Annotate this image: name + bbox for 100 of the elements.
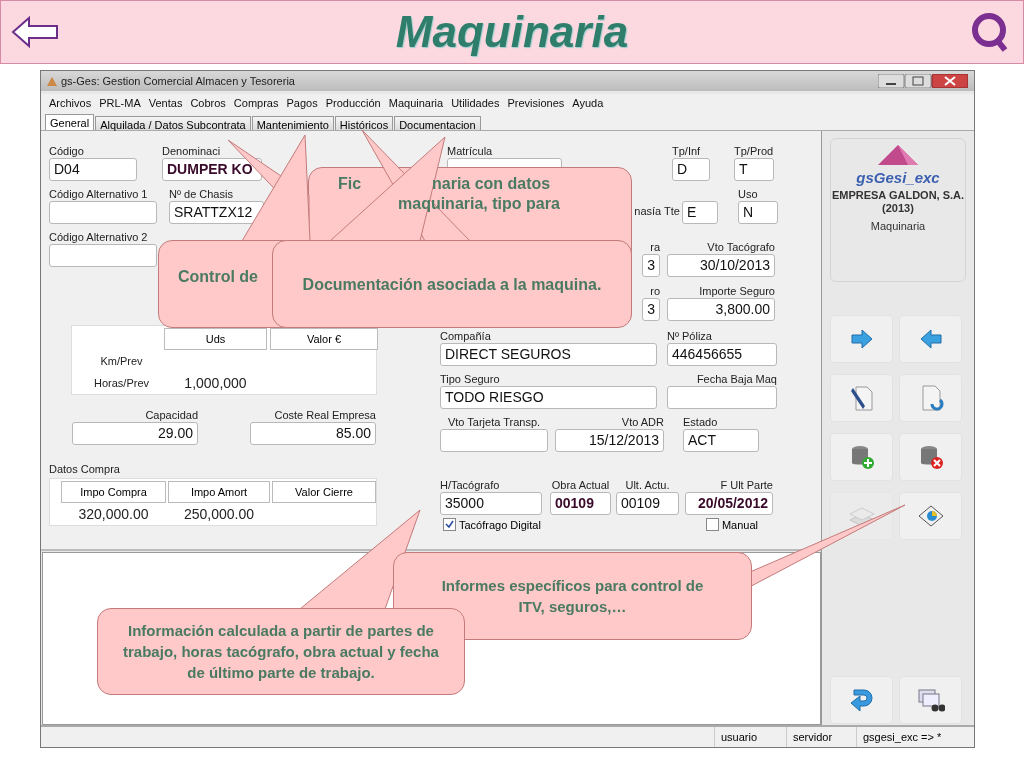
menu-item[interactable]: Archivos (45, 97, 96, 109)
input-field[interactable]: DUMPER KO (162, 158, 262, 181)
tab[interactable]: Históricos (334, 116, 394, 130)
menu-item[interactable]: PRL-MA (95, 97, 145, 109)
input-field[interactable] (49, 244, 157, 267)
input-field[interactable]: 446456655 (667, 343, 777, 366)
slide-title: Maquinaria (395, 7, 629, 57)
callout-text: maquinaria, tipo para (398, 195, 560, 213)
field-label: Importe Seguro (698, 285, 775, 297)
input-field[interactable]: D (672, 158, 710, 181)
field-label: ra (649, 241, 660, 253)
field-label: Estado (683, 416, 719, 428)
row-label: Horas/Prev (93, 376, 150, 391)
callout-text: Fic (338, 175, 362, 193)
field-label: H/Tacógrafo (440, 479, 501, 491)
checkbox[interactable]: Tacófrago Digital (443, 518, 541, 531)
table-cell-text: 1,000,000 (183, 374, 248, 393)
toolbar-button[interactable] (899, 676, 962, 724)
callout-text: Información calculada a partir de partes de trabajo, horas tacógrafo, obra actual y fecha de último parte de trabajo. (122, 621, 440, 683)
field-label: Nº de Chasis (169, 188, 234, 200)
input-field[interactable]: D04 (49, 158, 137, 181)
callout-text: naria con datos (432, 175, 551, 193)
input-field[interactable]: 29.00 (72, 422, 198, 445)
column-header: Valor € (270, 328, 378, 350)
table-cell-text: 320,000.00 (77, 505, 150, 524)
menu-item[interactable]: Previsiones (503, 97, 569, 109)
module-name: Maquinaria (870, 220, 926, 232)
input-field[interactable]: DIRECT SEGUROS (440, 343, 657, 366)
field-label: Denominaci (162, 145, 222, 157)
status-text: servidor (786, 727, 856, 747)
column-header: Impo Amort (168, 481, 270, 503)
row-label: Km/Prev (99, 354, 144, 369)
field-label: Código (49, 145, 85, 157)
field-label: Uso (738, 188, 759, 200)
field-label: Vto Tacógrafo (706, 241, 775, 253)
input-field[interactable]: SRATTZX12 (169, 201, 264, 224)
menu-item[interactable]: Cobros (186, 97, 230, 109)
input-field[interactable]: 00109 (550, 492, 611, 515)
column-header: Uds (164, 328, 267, 350)
field-label: Tipo Seguro (440, 373, 501, 385)
checkbox-label: Tacófrago Digital (459, 518, 541, 531)
input-field[interactable]: 3 (642, 298, 660, 321)
column-header: Valor Cierre (272, 481, 376, 503)
checkmark-icon (445, 520, 454, 529)
field-label: F Ult Parte (719, 479, 773, 491)
back-arrow-icon[interactable] (11, 15, 59, 49)
window-title: gs-Ges: Gestion Comercial Almacen y Tesoreria (61, 75, 295, 87)
menu-item[interactable]: Ventas (144, 97, 187, 109)
status-text: usuario (714, 727, 786, 747)
input-field[interactable] (440, 429, 548, 452)
checkbox-label: Manual (721, 518, 758, 531)
tab[interactable]: Documentacion (394, 116, 481, 130)
field-label: Matrícula (447, 145, 494, 157)
field-label: Compañía (440, 330, 492, 342)
input-field[interactable]: TODO RIESGO (440, 386, 657, 409)
tab[interactable]: Mantenimiento (251, 116, 334, 130)
menu-item[interactable]: Producción (321, 97, 385, 109)
app-name: gsGesi_exc (856, 169, 940, 186)
menu-item[interactable]: Compras (229, 97, 283, 109)
pyramid-icon (878, 145, 918, 167)
input-field[interactable] (49, 201, 157, 224)
callout-text: Documentación asociada a la maquina. (302, 274, 602, 295)
input-field[interactable]: 15/12/2013 (555, 429, 664, 452)
input-field[interactable]: E (682, 201, 718, 224)
company-year: (2013) (882, 202, 914, 214)
input-field[interactable]: T (734, 158, 774, 181)
checkbox-box[interactable] (705, 518, 719, 531)
section-label: Datos Compra (49, 463, 121, 475)
input-field[interactable]: N (738, 201, 778, 224)
input-field[interactable]: ACT (683, 429, 759, 452)
tab[interactable]: Alquilada / Datos Subcontrata (95, 116, 251, 130)
input-field[interactable]: 00109 (616, 492, 679, 515)
input-field[interactable]: 85.00 (250, 422, 376, 445)
input-field[interactable]: 3,800.00 (667, 298, 775, 321)
field-label: Código Alternativo 2 (49, 231, 149, 243)
checkbox[interactable]: Manual (705, 518, 758, 531)
window-controls-icon[interactable] (878, 74, 968, 88)
company-name: EMPRESA GALDON, S.A. (831, 189, 965, 201)
menu-item[interactable]: Maquinaria (384, 97, 448, 109)
callout-text: Informes específicos para control de ITV, seguros,… (440, 576, 705, 617)
menu-item[interactable]: Utilidades (447, 97, 504, 109)
field-label: ro (649, 285, 660, 297)
field-label: Código Alternativo 1 (49, 188, 149, 200)
table-cell-text: 250,000.00 (182, 505, 256, 524)
callout-text: Control de (178, 267, 258, 287)
tab[interactable]: General (45, 114, 95, 130)
input-field[interactable]: 35000 (440, 492, 542, 515)
field-label: Nº Póliza (667, 330, 713, 342)
menu-item[interactable]: Ayuda (568, 97, 608, 109)
field-label: Tp/Prod (734, 145, 774, 157)
menu-item[interactable]: Pagos (282, 97, 322, 109)
input-field[interactable] (667, 386, 777, 409)
input-field[interactable]: 3 (642, 254, 660, 277)
checkbox-box[interactable] (443, 518, 456, 531)
field-label: Coste Real Empresa (273, 409, 376, 421)
field-label: Vto ADR (620, 416, 664, 428)
input-field[interactable]: 30/10/2013 (667, 254, 775, 277)
app-icon (47, 76, 57, 86)
input-field[interactable]: 20/05/2012 (685, 492, 773, 515)
field-label: Capacidad (144, 409, 198, 421)
